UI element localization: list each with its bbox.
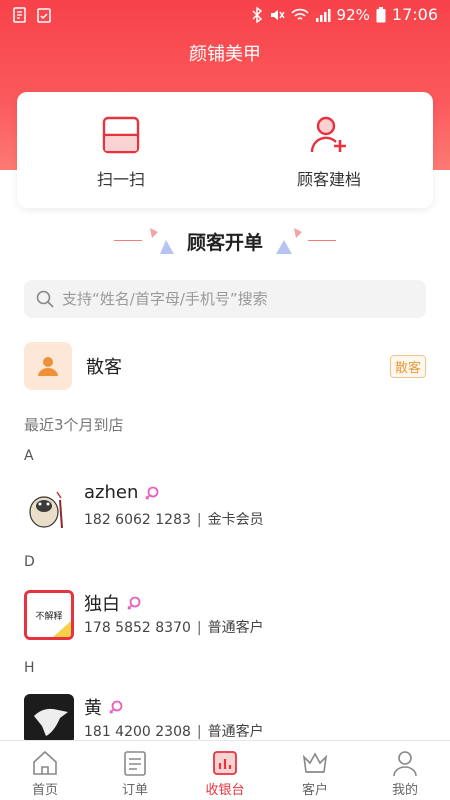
bottom-tab-bar: 首页 订单 收银台 客户 我的 xyxy=(0,740,450,800)
order-icon xyxy=(124,751,146,776)
customer-level: 普通客户 xyxy=(207,724,264,740)
recent-visits-label: 最近3个月到店 xyxy=(24,416,124,434)
section-title: 顾客开单 xyxy=(186,232,263,254)
mute-icon xyxy=(270,10,285,20)
person-icon xyxy=(38,357,58,376)
walkin-name: 散客 xyxy=(86,357,122,378)
customer-meta: 181 4200 2308 | 普通客户 xyxy=(84,721,264,741)
customer-meta: 182 6062 1283 | 金卡会员 xyxy=(84,509,264,529)
avatar xyxy=(24,694,74,744)
battery-icon xyxy=(376,7,386,23)
clock: 17:06 xyxy=(391,5,438,24)
tab-label: 首页 xyxy=(31,783,58,798)
decor-line-right xyxy=(308,240,336,241)
female-icon xyxy=(127,596,141,610)
separator: | xyxy=(196,724,202,740)
pug-avatar-icon xyxy=(24,482,74,532)
customer-name-text: azhen xyxy=(84,482,139,503)
clipboard-check-icon xyxy=(37,8,51,23)
scan-button[interactable]: 扫一扫 xyxy=(17,92,225,208)
avatar-text: 不解释 xyxy=(35,611,63,622)
add-user-icon xyxy=(310,116,346,153)
avatar xyxy=(24,482,74,532)
customer-level: 金卡会员 xyxy=(207,512,264,528)
customer-row[interactable]: 黄 181 4200 2308 | 普通客户 xyxy=(24,694,426,746)
tab-label: 收银台 xyxy=(205,783,245,798)
customer-name: 黄 xyxy=(84,694,124,720)
index-letter: H xyxy=(24,660,35,676)
index-letter: A xyxy=(24,448,34,464)
add-customer-button[interactable]: 顾客建档 xyxy=(225,92,433,208)
tab-label: 客户 xyxy=(301,783,328,798)
customer-name-text: 黄 xyxy=(84,698,102,719)
status-bar: 92% 17:06 xyxy=(0,0,450,30)
search-bar[interactable] xyxy=(24,280,426,318)
crown-icon xyxy=(302,752,328,773)
separator: | xyxy=(196,620,202,636)
tab-label: 订单 xyxy=(121,783,148,798)
home-icon xyxy=(33,750,57,775)
section-header: 顾客开单 xyxy=(0,226,450,256)
scan-label: 扫一扫 xyxy=(96,170,145,189)
search-icon xyxy=(36,290,54,308)
female-icon xyxy=(145,486,159,500)
tab-orders[interactable]: 订单 xyxy=(90,741,180,800)
customer-row[interactable]: 不解释 独白 178 5852 8370 | 普通客户 xyxy=(24,590,426,642)
customer-name: azhen xyxy=(84,482,160,503)
dark-photo-avatar-icon xyxy=(24,694,74,744)
tab-label: 我的 xyxy=(391,783,418,798)
tab-customers[interactable]: 客户 xyxy=(270,741,360,800)
customer-phone: 182 6062 1283 xyxy=(84,512,191,528)
avatar: 不解释 xyxy=(24,590,74,640)
walkin-badge: 散客 xyxy=(389,355,426,378)
customer-level: 普通客户 xyxy=(207,620,264,636)
customer-meta: 178 5852 8370 | 普通客户 xyxy=(84,617,264,637)
app-title: 颜铺美甲 xyxy=(189,44,261,65)
tab-cashier[interactable]: 收银台 xyxy=(180,741,270,800)
battery-percent: 92% xyxy=(336,5,370,24)
separator: | xyxy=(196,512,202,528)
profile-icon xyxy=(393,751,417,777)
customer-row[interactable]: azhen 182 6062 1283 | 金卡会员 xyxy=(24,482,426,534)
tab-profile[interactable]: 我的 xyxy=(360,741,450,800)
notification-icon xyxy=(13,7,26,23)
wifi-icon xyxy=(290,8,309,20)
cashier-icon xyxy=(213,751,237,775)
customer-phone: 178 5852 8370 xyxy=(84,620,191,636)
decor-triangles-right-icon xyxy=(276,228,302,254)
customer-name-text: 独白 xyxy=(84,594,120,615)
female-icon xyxy=(109,700,123,714)
walkin-avatar xyxy=(24,342,72,390)
customer-phone: 181 4200 2308 xyxy=(84,724,191,740)
tab-home[interactable]: 首页 xyxy=(0,741,90,800)
scan-icon xyxy=(102,116,140,154)
walkin-customer-row[interactable]: 散客 散客 xyxy=(24,342,426,390)
index-letter: D xyxy=(24,554,35,570)
search-input[interactable] xyxy=(62,290,402,308)
signal-icon xyxy=(315,9,331,22)
avatar-ribbon-icon xyxy=(53,621,71,637)
add-customer-label: 顾客建档 xyxy=(296,170,361,189)
customer-name: 独白 xyxy=(84,590,142,616)
bluetooth-icon xyxy=(252,7,262,23)
action-card: 扫一扫 顾客建档 xyxy=(17,92,433,208)
